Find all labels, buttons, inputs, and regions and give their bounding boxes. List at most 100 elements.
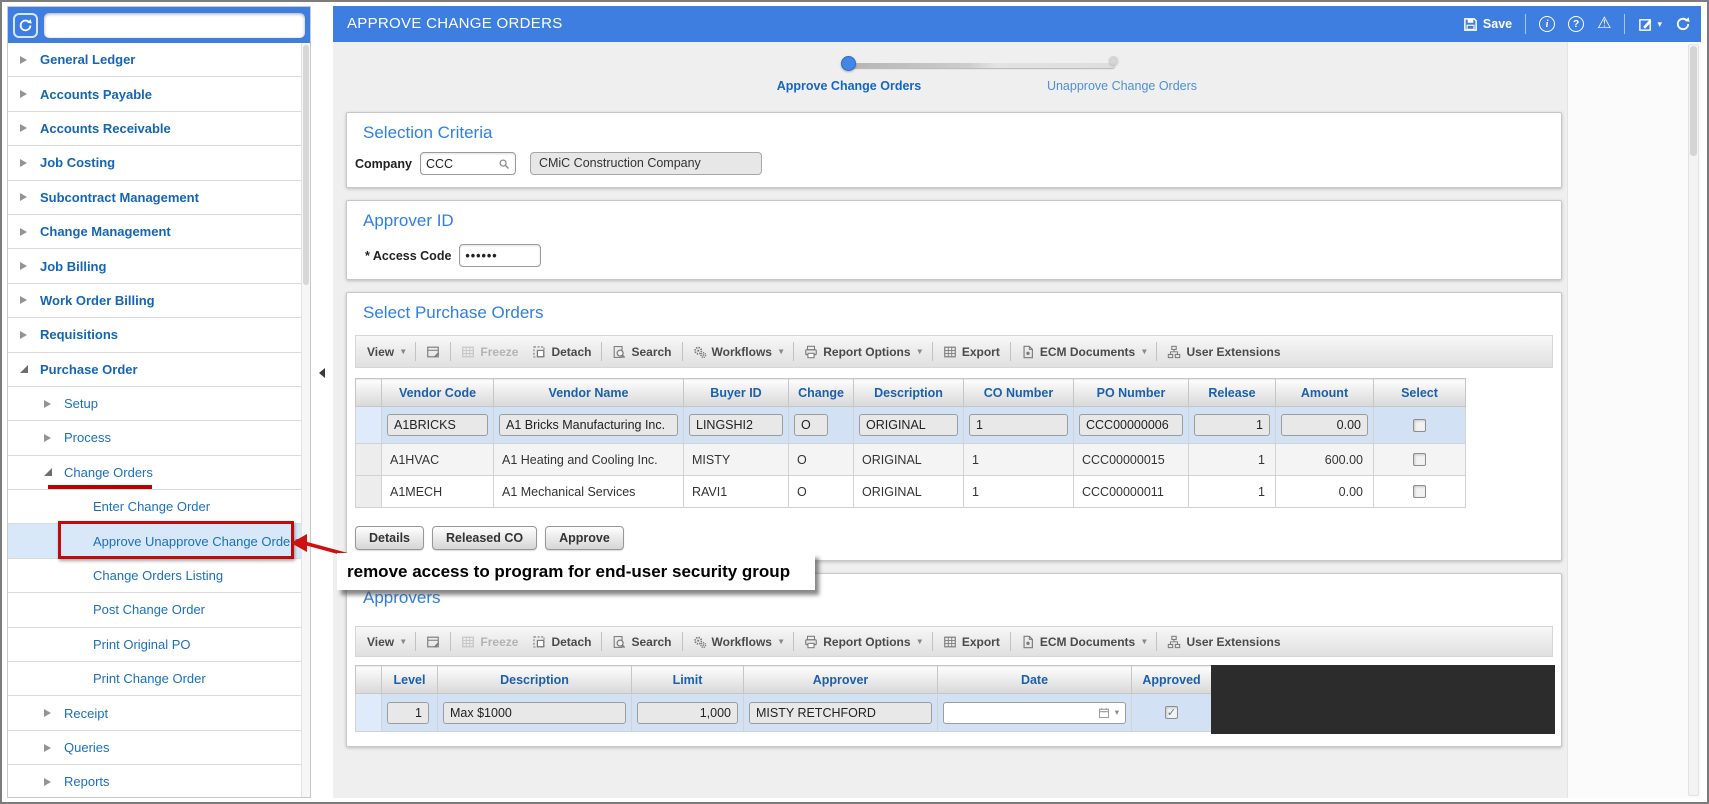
sidebar-item-enter-change-order[interactable]: Enter Change Order bbox=[8, 490, 310, 525]
select-checkbox[interactable] bbox=[1413, 418, 1426, 432]
toolbar-panel-button[interactable] bbox=[419, 345, 447, 359]
approver-id-section: Approver ID * Access Code •••••• bbox=[346, 200, 1562, 280]
chevron-down-icon: ▾ bbox=[1142, 346, 1147, 356]
date-input[interactable]: ▾ bbox=[943, 701, 1126, 724]
toolbar-export-button[interactable]: Export bbox=[936, 635, 1007, 649]
tab-approve-change-orders[interactable]: Approve Change Orders bbox=[769, 79, 929, 93]
sidebar-item-queries[interactable]: Queries bbox=[8, 731, 310, 766]
edit-menu-button[interactable]: ▾ bbox=[1638, 17, 1662, 32]
toolbar-detach-button[interactable]: Detach bbox=[525, 345, 598, 359]
sidebar-item-work-order-billing[interactable]: Work Order Billing bbox=[8, 284, 310, 319]
edit-icon bbox=[1638, 17, 1653, 32]
table-row-selected[interactable]: 1 Max $1000 1,000 MISTY RETCHFORD ▾ ✓ bbox=[355, 693, 1212, 732]
column-header[interactable]: Buyer ID bbox=[683, 378, 789, 407]
toolbar-search-button[interactable]: Search bbox=[605, 635, 678, 649]
access-code-input[interactable]: •••••• bbox=[459, 244, 542, 267]
sidebar-item-approve-unapprove-change-orders[interactable]: Approve Unapprove Change Orders bbox=[8, 524, 310, 559]
sidebar-item-print-original-po[interactable]: Print Original PO bbox=[8, 628, 310, 663]
select-checkbox[interactable] bbox=[1413, 485, 1426, 498]
column-header[interactable]: Limit bbox=[631, 665, 744, 694]
sidebar-item-process[interactable]: Process bbox=[8, 421, 310, 456]
content-scrollbar-thumb[interactable] bbox=[1690, 46, 1697, 156]
column-header[interactable]: Level bbox=[381, 665, 438, 694]
toolbar-view-button[interactable]: View ▾ bbox=[360, 345, 412, 359]
column-header[interactable]: Amount bbox=[1275, 378, 1374, 407]
toolbar-report-options-button[interactable]: Report Options ▾ bbox=[797, 635, 929, 649]
company-code-input[interactable]: CCC bbox=[419, 152, 516, 175]
column-header[interactable]: Approved bbox=[1131, 665, 1212, 694]
select-checkbox[interactable] bbox=[1413, 453, 1426, 466]
warning-button[interactable]: ⚠ bbox=[1597, 16, 1611, 32]
sidebar-item-change-orders-listing[interactable]: Change Orders Listing bbox=[8, 559, 310, 594]
chevron-right-icon bbox=[20, 193, 27, 202]
toolbar-detach-button[interactable]: Detach bbox=[525, 635, 598, 649]
toolbar-workflows-button[interactable]: Workflows ▾ bbox=[686, 345, 791, 359]
sidebar-item-change-orders[interactable]: Change Orders bbox=[8, 456, 310, 491]
info-button[interactable]: i bbox=[1539, 16, 1556, 32]
collapse-panel-icon[interactable] bbox=[319, 368, 325, 378]
divider bbox=[450, 632, 452, 651]
toolbar-user-extensions-button[interactable]: User Extensions bbox=[1160, 635, 1287, 649]
sidebar-item-job-costing[interactable]: Job Costing bbox=[8, 146, 310, 181]
sidebar-item-purchase-order[interactable]: Purchase Order bbox=[8, 353, 310, 387]
column-header[interactable]: Change bbox=[788, 378, 854, 407]
table-row-selected[interactable]: A1BRICKS A1 Bricks Manufacturing Inc. LI… bbox=[355, 406, 1466, 444]
sidebar-scrollbar-thumb[interactable] bbox=[303, 45, 309, 285]
table-row[interactable]: A1MECH A1 Mechanical Services RAVI1 O OR… bbox=[355, 475, 1466, 508]
column-header[interactable]: Approver bbox=[743, 665, 938, 694]
sidebar-item-post-change-order[interactable]: Post Change Order bbox=[8, 593, 310, 628]
org-chart-icon bbox=[1167, 345, 1181, 359]
released-co-button[interactable]: Released CO bbox=[432, 526, 538, 550]
step-unapprove-ring[interactable] bbox=[1109, 56, 1118, 65]
limit-field: 1,000 bbox=[637, 701, 738, 724]
help-button[interactable]: ? bbox=[1568, 16, 1585, 32]
sidebar-item-setup[interactable]: Setup bbox=[8, 387, 310, 422]
chevron-right-icon bbox=[20, 158, 27, 167]
toolbar-panel-button[interactable] bbox=[419, 635, 447, 649]
column-header[interactable]: Select bbox=[1373, 378, 1466, 407]
column-header[interactable]: PO Number bbox=[1073, 378, 1189, 407]
sidebar-item-accounts-payable[interactable]: Accounts Payable bbox=[8, 77, 310, 112]
sidebar-item-general-ledger[interactable]: General Ledger bbox=[8, 43, 310, 78]
sidebar-item-requisitions: Requisitions bbox=[8, 318, 310, 353]
chevron-down-icon: ▾ bbox=[1114, 707, 1119, 717]
access-code-label: Access Code bbox=[372, 248, 452, 263]
sidebar-item-job-billing[interactable]: Job Billing bbox=[8, 249, 310, 284]
sidebar-refresh-button[interactable] bbox=[13, 12, 38, 38]
toolbar-report-options-button[interactable]: Report Options ▾ bbox=[797, 345, 929, 359]
column-header[interactable]: Vendor Code bbox=[381, 378, 494, 407]
sidebar-item-accounts-receivable[interactable]: Accounts Receivable bbox=[8, 112, 310, 147]
details-button[interactable]: Details bbox=[355, 526, 424, 550]
sidebar-item-reports[interactable]: Reports bbox=[8, 765, 310, 797]
column-header[interactable]: Vendor Name bbox=[493, 378, 684, 407]
column-header[interactable]: Description bbox=[437, 665, 632, 694]
approved-checkbox[interactable]: ✓ bbox=[1165, 706, 1178, 719]
toolbar-view-button[interactable]: View ▾ bbox=[360, 635, 412, 649]
table-row[interactable]: A1HVAC A1 Heating and Cooling Inc. MISTY… bbox=[355, 443, 1466, 476]
sidebar-item-receipt[interactable]: Receipt bbox=[8, 696, 310, 731]
save-button[interactable]: Save bbox=[1463, 17, 1512, 32]
column-header[interactable]: Description bbox=[853, 378, 964, 407]
column-header[interactable]: CO Number bbox=[963, 378, 1074, 407]
reload-button[interactable] bbox=[1675, 16, 1691, 32]
level-field: 1 bbox=[387, 701, 429, 724]
toolbar-ecm-documents-button[interactable]: ECM Documents ▾ bbox=[1014, 345, 1154, 359]
toolbar-export-button[interactable]: Export bbox=[936, 345, 1007, 359]
toolbar-freeze-button: Freeze bbox=[454, 635, 525, 649]
toolbar-workflows-button[interactable]: Workflows ▾ bbox=[686, 635, 791, 649]
sidebar-item-change-management[interactable]: Change Management bbox=[8, 215, 310, 250]
toolbar-ecm-documents-button[interactable]: ECM Documents ▾ bbox=[1014, 635, 1154, 649]
content-scrollbar[interactable] bbox=[1688, 44, 1699, 796]
column-header[interactable]: Release bbox=[1188, 378, 1276, 407]
toolbar-user-extensions-button[interactable]: User Extensions bbox=[1160, 345, 1287, 359]
approve-button[interactable]: Approve bbox=[545, 526, 624, 550]
toolbar-search-button[interactable]: Search bbox=[605, 345, 678, 359]
sidebar-search-input[interactable] bbox=[44, 12, 305, 38]
column-header[interactable]: Date bbox=[937, 665, 1132, 694]
sidebar-scrollbar[interactable] bbox=[301, 43, 310, 797]
sidebar-item-print-change-order[interactable]: Print Change Order bbox=[8, 662, 310, 697]
step-approve-dot[interactable] bbox=[841, 56, 856, 71]
section-title: Selection Criteria bbox=[363, 123, 493, 142]
sidebar-item-subcontract-management[interactable]: Subcontract Management bbox=[8, 181, 310, 215]
tab-unapprove-change-orders[interactable]: Unapprove Change Orders bbox=[1038, 79, 1206, 93]
